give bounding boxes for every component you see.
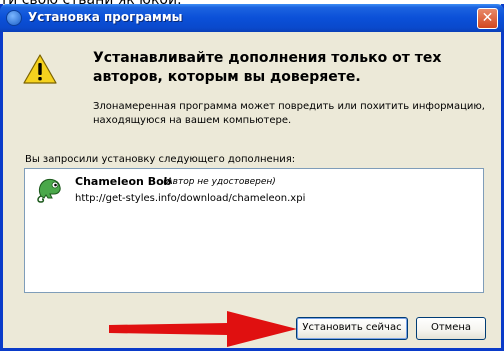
title-bar[interactable]: Установка программы ✕ — [0, 4, 504, 32]
red-arrow — [109, 311, 297, 347]
install-now-button[interactable]: Установить сейчас — [296, 317, 408, 340]
warning-icon — [23, 54, 57, 84]
chameleon-icon — [37, 178, 61, 203]
security-heading: Устанавливайте дополнения только от тех … — [93, 50, 442, 85]
install-dialog: Установка программы ✕ Устанавливайте доп… — [0, 4, 504, 351]
firefox-icon — [6, 10, 22, 26]
list-item[interactable]: Chameleon Bob (Автор не удостоверен) htt… — [25, 169, 483, 209]
addon-list-label: Вы запросили установку следующего дополн… — [25, 154, 296, 165]
cancel-button[interactable]: Отмена — [416, 317, 486, 340]
dialog-title: Установка программы — [28, 10, 183, 24]
addon-author-note: (Автор не удостоверен) — [163, 177, 276, 187]
addon-name: Chameleon Bob — [75, 175, 172, 188]
addon-url: http://get-styles.info/download/chameleo… — [75, 193, 306, 204]
addon-list[interactable]: Chameleon Bob (Автор не удостоверен) htt… — [24, 168, 484, 293]
warning-text: Злонамеренная программа может повредить … — [93, 101, 485, 126]
close-button[interactable]: ✕ — [477, 8, 498, 29]
